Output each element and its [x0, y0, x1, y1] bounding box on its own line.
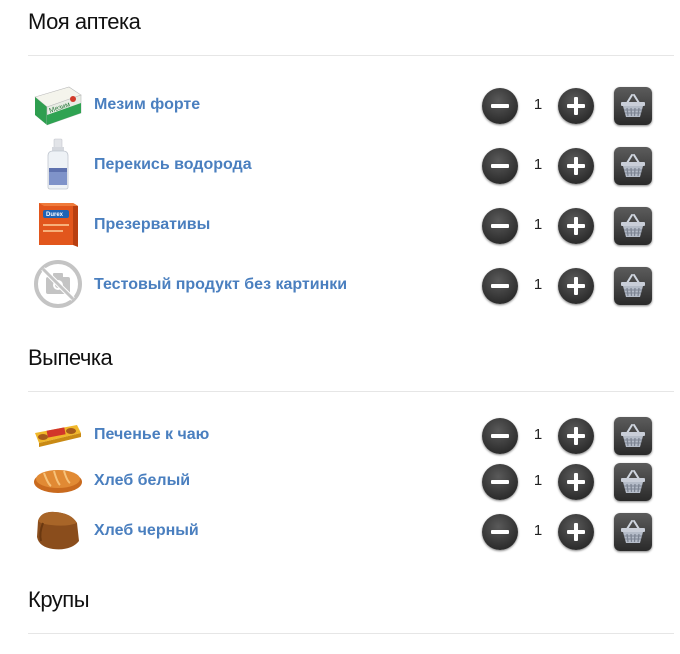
plus-button[interactable] [558, 88, 594, 124]
minus-button[interactable] [482, 418, 518, 454]
add-to-cart-button[interactable] [614, 207, 652, 245]
section-my-pharmacy: Моя аптека [28, 0, 674, 56]
section-title: Выпечка [28, 345, 113, 370]
minus-icon [491, 224, 509, 228]
plus-button[interactable] [558, 208, 594, 244]
cookie-pack-icon[interactable] [32, 408, 84, 460]
add-to-cart-button[interactable] [614, 267, 652, 305]
minus-icon [491, 434, 509, 438]
plus-button[interactable] [558, 268, 594, 304]
minus-icon [491, 104, 509, 108]
product-link[interactable]: Печенье к чаю [94, 425, 209, 445]
plus-button[interactable] [558, 464, 594, 500]
plus-icon [574, 157, 578, 175]
condom-box-icon[interactable]: Durex [32, 198, 84, 250]
plus-icon [574, 427, 578, 445]
section-cereals: Крупы [28, 578, 674, 634]
basket-icon [621, 520, 645, 543]
section-divider [28, 633, 674, 634]
product-link[interactable]: Презервативы [94, 215, 210, 235]
minus-button[interactable] [482, 268, 518, 304]
svg-text:Durex: Durex [46, 212, 64, 218]
basket-icon [621, 424, 645, 447]
plus-icon [574, 523, 578, 541]
section-divider [28, 391, 674, 392]
product-link[interactable]: Мезим форте [94, 95, 200, 115]
quantity-value: 1 [533, 472, 543, 489]
mezim-box-icon[interactable]: Мезим [32, 78, 84, 130]
minus-button[interactable] [482, 464, 518, 500]
quantity-value: 1 [533, 216, 543, 233]
section-title: Моя аптека [28, 9, 141, 34]
section-bakery: Выпечка [28, 336, 674, 392]
minus-icon [491, 530, 509, 534]
minus-icon [491, 164, 509, 168]
minus-button[interactable] [482, 208, 518, 244]
quantity-value: 1 [533, 522, 543, 539]
plus-button[interactable] [558, 418, 594, 454]
black-bread-icon[interactable] [32, 504, 84, 556]
plus-icon [574, 277, 578, 295]
plus-icon [574, 473, 578, 491]
product-link[interactable]: Перекись водорода [94, 155, 252, 175]
minus-icon [491, 284, 509, 288]
no-photo-icon[interactable] [32, 258, 84, 310]
product-link[interactable]: Хлеб черный [94, 521, 199, 541]
minus-button[interactable] [482, 148, 518, 184]
plus-icon [574, 217, 578, 235]
white-bread-icon[interactable] [32, 454, 84, 506]
quantity-value: 1 [533, 426, 543, 443]
minus-button[interactable] [482, 88, 518, 124]
basket-icon [621, 470, 645, 493]
product-link[interactable]: Хлеб белый [94, 471, 190, 491]
product-link[interactable]: Тестовый продукт без картинки [94, 275, 347, 295]
basket-icon [621, 274, 645, 297]
minus-button[interactable] [482, 514, 518, 550]
quantity-value: 1 [533, 276, 543, 293]
add-to-cart-button[interactable] [614, 463, 652, 501]
bottle-icon[interactable] [32, 138, 84, 190]
add-to-cart-button[interactable] [614, 513, 652, 551]
basket-icon [621, 154, 645, 177]
section-title: Крупы [28, 587, 90, 612]
plus-button[interactable] [558, 148, 594, 184]
add-to-cart-button[interactable] [614, 87, 652, 125]
basket-icon [621, 94, 645, 117]
minus-icon [491, 480, 509, 484]
plus-button[interactable] [558, 514, 594, 550]
plus-icon [574, 97, 578, 115]
basket-icon [621, 214, 645, 237]
section-divider [28, 55, 674, 56]
add-to-cart-button[interactable] [614, 417, 652, 455]
quantity-value: 1 [533, 96, 543, 113]
quantity-value: 1 [533, 156, 543, 173]
add-to-cart-button[interactable] [614, 147, 652, 185]
